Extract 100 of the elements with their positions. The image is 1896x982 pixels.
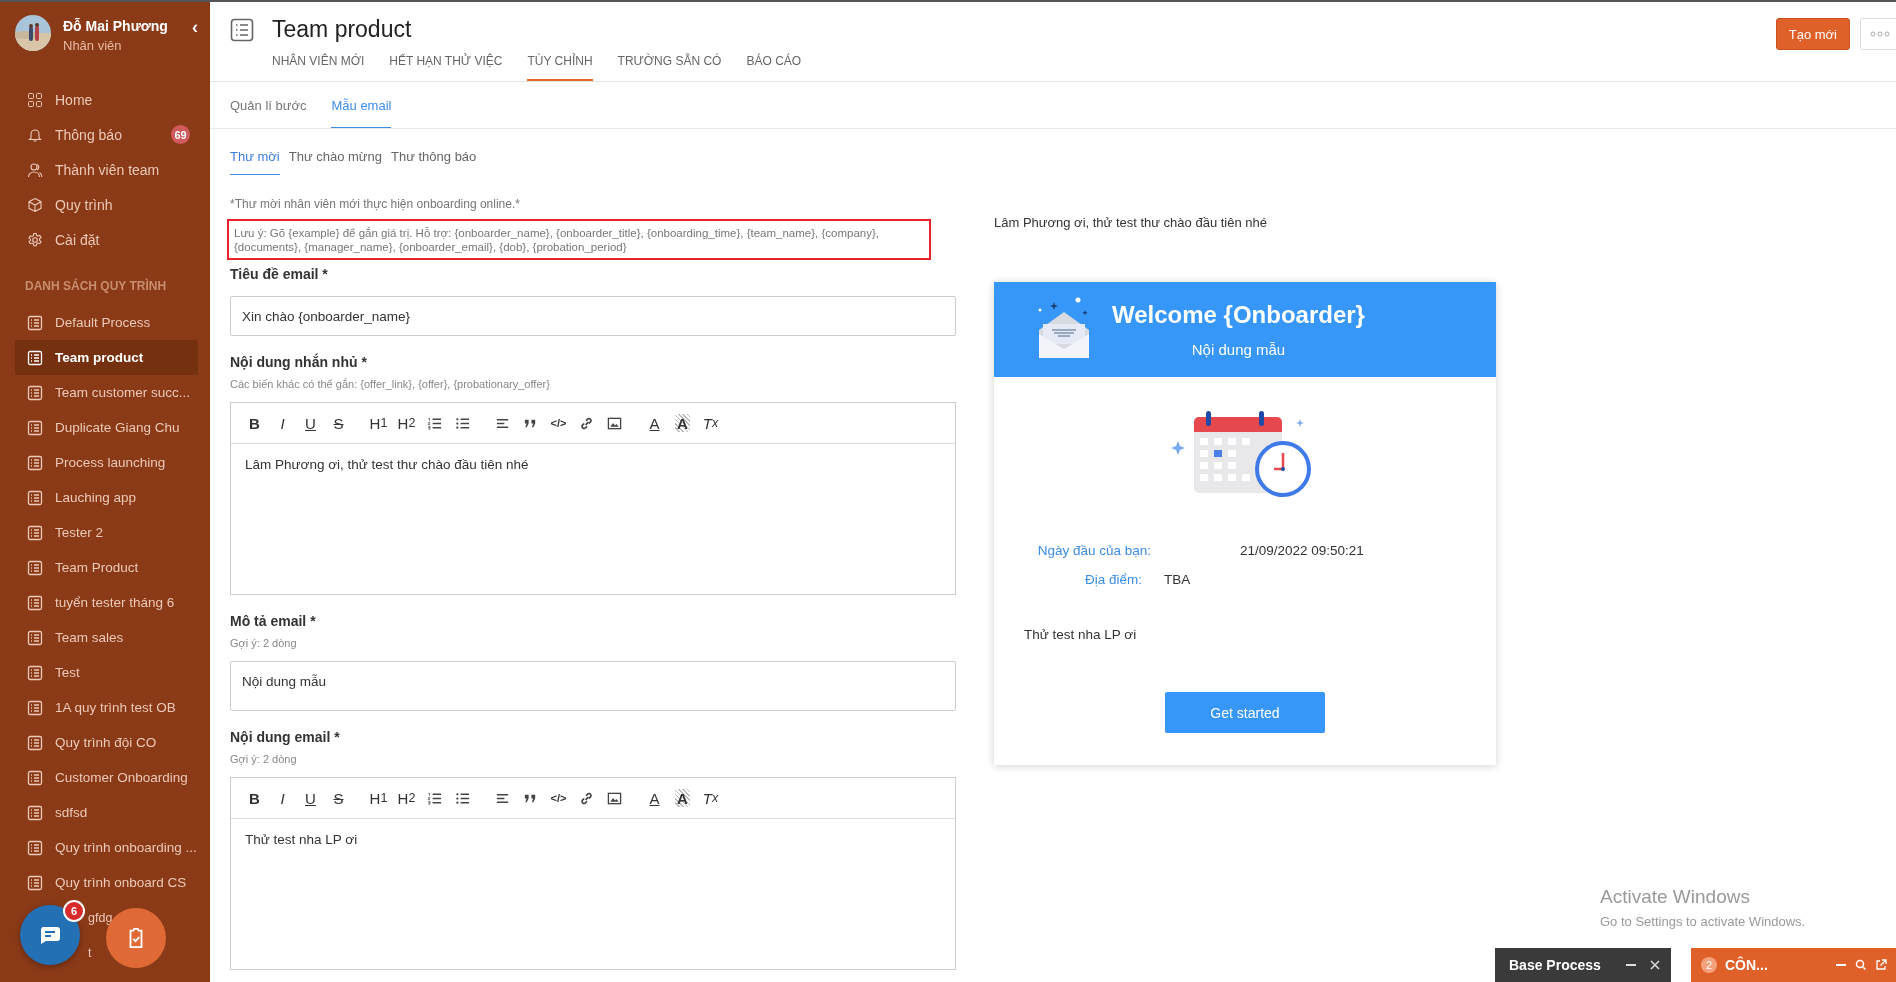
format-button[interactable]: U: [297, 786, 324, 810]
body-editor[interactable]: Thử test nha LP ơi: [231, 819, 955, 969]
list-icon: [27, 559, 43, 576]
format-button[interactable]: I: [269, 786, 296, 810]
link-icon: [579, 415, 594, 431]
format-button[interactable]: A: [641, 411, 668, 435]
help-text: Gợi ý: 2 dòng: [230, 753, 298, 765]
format-button[interactable]: U: [297, 411, 324, 435]
tab[interactable]: Quản lí bước: [230, 82, 307, 128]
minimized-panel[interactable]: 2 CÔN...: [1691, 948, 1896, 982]
count-badge: 2: [1701, 957, 1717, 973]
list-icon: [27, 874, 43, 891]
bell-icon: [27, 126, 43, 143]
tab[interactable]: Thư chào mừng: [288, 143, 382, 175]
format-button[interactable]: A: [641, 786, 668, 810]
tab[interactable]: HẾT HẠN THỬ VIỆC: [389, 48, 503, 81]
search-icon[interactable]: [1855, 959, 1867, 971]
minimized-panel[interactable]: Base Process: [1495, 948, 1671, 982]
process-item[interactable]: Team customer succ...: [15, 375, 198, 410]
process-item[interactable]: Process launching: [15, 445, 198, 480]
format-button[interactable]: S: [325, 411, 352, 435]
process-item[interactable]: t: [88, 945, 92, 960]
card-subtitle: Nội dung mẫu: [1191, 341, 1286, 358]
people-icon: [27, 161, 43, 178]
process-item[interactable]: Customer Onboarding: [15, 760, 198, 795]
hint-text: Lưu ý: Gõ {example} để gắn giá trị. Hỗ trợ: {onboarder_name}, {onboarder_title}, {onboarding_time}, {team_name}, {company}, {documents}, {manager_name}, {onboarder_email}, {dob}, {probation_period}: [227, 219, 931, 260]
process-item[interactable]: Quy trình onboard CS: [15, 865, 198, 900]
process-item[interactable]: Test: [15, 655, 198, 690]
image-icon: [607, 790, 622, 806]
help-text: Các biến khác có thể gắn: {offer_link}, {offer}, {probationary_offer}: [230, 378, 551, 390]
preview-text: Lâm Phương ơi, thử test thư chào đầu tiên nhé: [994, 215, 1268, 230]
list-icon: [27, 594, 43, 611]
detail-value: 21/09/2022 09:50:21: [1240, 543, 1364, 558]
process-item[interactable]: Team sales: [15, 620, 198, 655]
list-icon: [27, 419, 43, 436]
nav-item[interactable]: Quy trình: [0, 187, 210, 222]
process-item[interactable]: Team Product: [15, 550, 198, 585]
message-editor[interactable]: Lâm Phương ơi, thử test thư chào đầu tiên nhé: [231, 444, 955, 594]
panel-title: CÔN...: [1725, 957, 1769, 973]
chat-button[interactable]: [20, 905, 80, 965]
process-item[interactable]: Tester 2: [15, 515, 198, 550]
list-icon: [230, 18, 254, 42]
card-title: Welcome {Onboarder}: [1112, 301, 1365, 329]
process-item[interactable]: tuyển tester tháng 6: [15, 585, 198, 620]
process-item[interactable]: 1A quy trình test OB: [15, 690, 198, 725]
detail-label: Địa điểm:: [1083, 572, 1142, 587]
bullet-list-icon: [455, 415, 470, 431]
format-button[interactable]: I: [269, 411, 296, 435]
page-title: Team product: [272, 16, 413, 43]
list-icon: [27, 769, 43, 786]
settings-icon: [27, 231, 43, 248]
field-label: Nội dung email *: [230, 729, 341, 745]
process-item[interactable]: Lauching app: [15, 480, 198, 515]
process-item[interactable]: Default Process: [15, 305, 198, 340]
tab[interactable]: TÙY CHỈNH: [527, 48, 593, 81]
process-item[interactable]: gfdg: [88, 910, 113, 925]
format-button[interactable]: B: [241, 786, 268, 810]
list-icon: [27, 524, 43, 541]
format-button[interactable]: </>: [545, 411, 572, 435]
subject-field[interactable]: Xin chào {onboarder_name}: [230, 296, 956, 336]
external-link-icon[interactable]: [1875, 959, 1887, 971]
ordered-list-icon: [427, 790, 442, 806]
count-badge: 6: [63, 900, 85, 922]
list-icon: [27, 454, 43, 471]
detail-label: Ngày đầu của bạn:: [1036, 543, 1151, 558]
nav-item[interactable]: Cài đặt: [0, 222, 210, 257]
ordered-list-icon: [427, 415, 442, 431]
count-badge: 69: [171, 125, 190, 144]
list-icon: [27, 839, 43, 856]
collapse-button[interactable]: ‹: [192, 17, 198, 38]
tab[interactable]: TRƯỜNG SẴN CÓ: [617, 48, 722, 81]
close-icon[interactable]: [1649, 959, 1661, 971]
process-item[interactable]: sdfsd: [15, 795, 198, 830]
card-message: Thử test nha LP ơi: [1024, 627, 1137, 642]
watermark-title: Activate Windows: [1600, 886, 1751, 908]
create-button[interactable]: Tạo mới: [1775, 18, 1850, 50]
format-button[interactable]: </>: [545, 786, 572, 810]
nav-item[interactable]: Thành viên team: [0, 152, 210, 187]
section-title: DANH SÁCH QUY TRÌNH: [24, 277, 168, 295]
nav-item[interactable]: Home: [0, 82, 210, 117]
tab[interactable]: Mẫu email: [331, 82, 392, 128]
tab[interactable]: Thư mời: [230, 143, 280, 175]
process-item[interactable]: Duplicate Giang Chu: [15, 410, 198, 445]
tab[interactable]: BÁO CÁO: [746, 48, 802, 81]
field-label: Mô tả email *: [230, 613, 317, 629]
tab[interactable]: Thư thông báo: [391, 143, 477, 175]
process-item[interactable]: Quy trình onboarding ...: [15, 830, 198, 865]
summary-field[interactable]: Nội dung mẫu: [230, 661, 956, 711]
list-icon: [27, 664, 43, 681]
format-button[interactable]: S: [325, 786, 352, 810]
nav-item[interactable]: Thông báo 69: [0, 117, 210, 152]
process-item[interactable]: Quy trình đội CO: [15, 725, 198, 760]
format-button[interactable]: B: [241, 411, 268, 435]
user-role: Nhân viên: [63, 38, 123, 53]
list-icon: [27, 734, 43, 751]
list-icon: [27, 699, 43, 716]
grid-icon: [27, 91, 43, 108]
process-item[interactable]: Team product: [15, 340, 198, 375]
tab[interactable]: NHÂN VIÊN MỚI: [272, 48, 365, 81]
link-icon: [579, 790, 594, 806]
